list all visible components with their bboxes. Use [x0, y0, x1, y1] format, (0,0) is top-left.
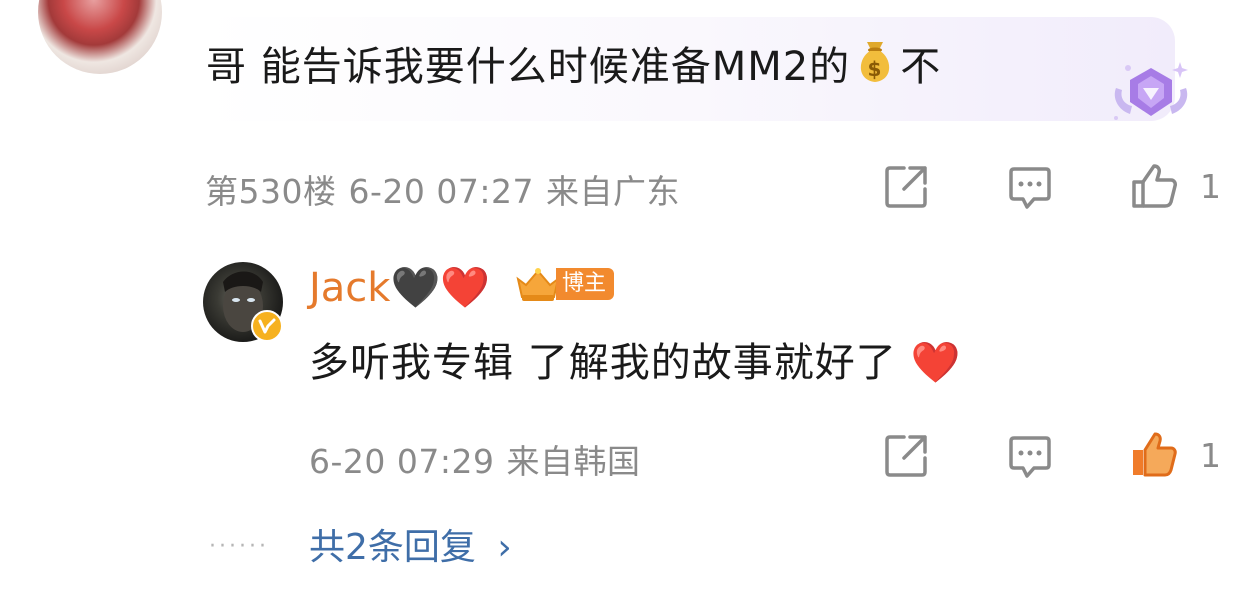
verified-vip-badge-icon — [251, 310, 283, 342]
comment-reply-icon[interactable] — [1006, 164, 1054, 212]
author-emojis: 🖤❤️ — [390, 265, 491, 311]
reply-author-name[interactable]: Jack🖤❤️ — [309, 260, 490, 316]
reply-share-icon[interactable] — [882, 432, 930, 480]
comment-timestamp: 6-20 07:27 — [348, 172, 534, 211]
more-replies-link[interactable]: 共2条回复 › — [309, 518, 512, 570]
money-bag-emoji-icon: $ — [861, 42, 890, 82]
more-replies-dots: ······ — [209, 534, 269, 559]
comment-text-tail: 不 — [900, 44, 942, 90]
reply-comment-icon[interactable] — [1006, 433, 1054, 481]
comment-text: 哥 能告诉我要什么时候准备MM2的 $ 不 — [206, 36, 941, 95]
like-count: 1 — [1200, 167, 1221, 206]
more-replies-label: 共2条回复 — [309, 527, 476, 568]
svg-text:$: $ — [868, 57, 883, 81]
gem-badge-icon — [1114, 62, 1188, 120]
crown-icon — [516, 268, 560, 301]
heart-emoji: ❤️ — [910, 340, 962, 386]
like-icon[interactable] — [1130, 162, 1178, 210]
comment-meta: 第530楼 6-20 07:27 来自广东 — [205, 165, 692, 213]
blogger-label: 博主 — [556, 268, 615, 300]
chevron-right-icon: › — [497, 527, 512, 568]
commenter-avatar[interactable] — [38, 0, 162, 74]
reply-text: 多听我专辑 了解我的故事就好了 ❤️ — [309, 335, 961, 391]
comment-text-main: 哥 能告诉我要什么时候准备MM2的 — [206, 44, 851, 90]
reply-text-main: 多听我专辑 了解我的故事就好了 — [309, 340, 897, 386]
reply-liked-icon[interactable] — [1130, 430, 1178, 478]
share-icon[interactable] — [882, 163, 930, 211]
reply-like-count: 1 — [1200, 436, 1221, 475]
reply-timestamp: 6-20 07:29 — [309, 442, 495, 481]
author-name-text: Jack — [309, 265, 391, 311]
blogger-tag: 博主 — [514, 265, 615, 303]
comment-location: 来自广东 — [546, 172, 680, 211]
reply-location: 来自韩国 — [506, 442, 641, 481]
floor-number: 第530楼 — [205, 172, 337, 211]
reply-meta: 6-20 07:29 来自韩国 — [309, 435, 653, 483]
